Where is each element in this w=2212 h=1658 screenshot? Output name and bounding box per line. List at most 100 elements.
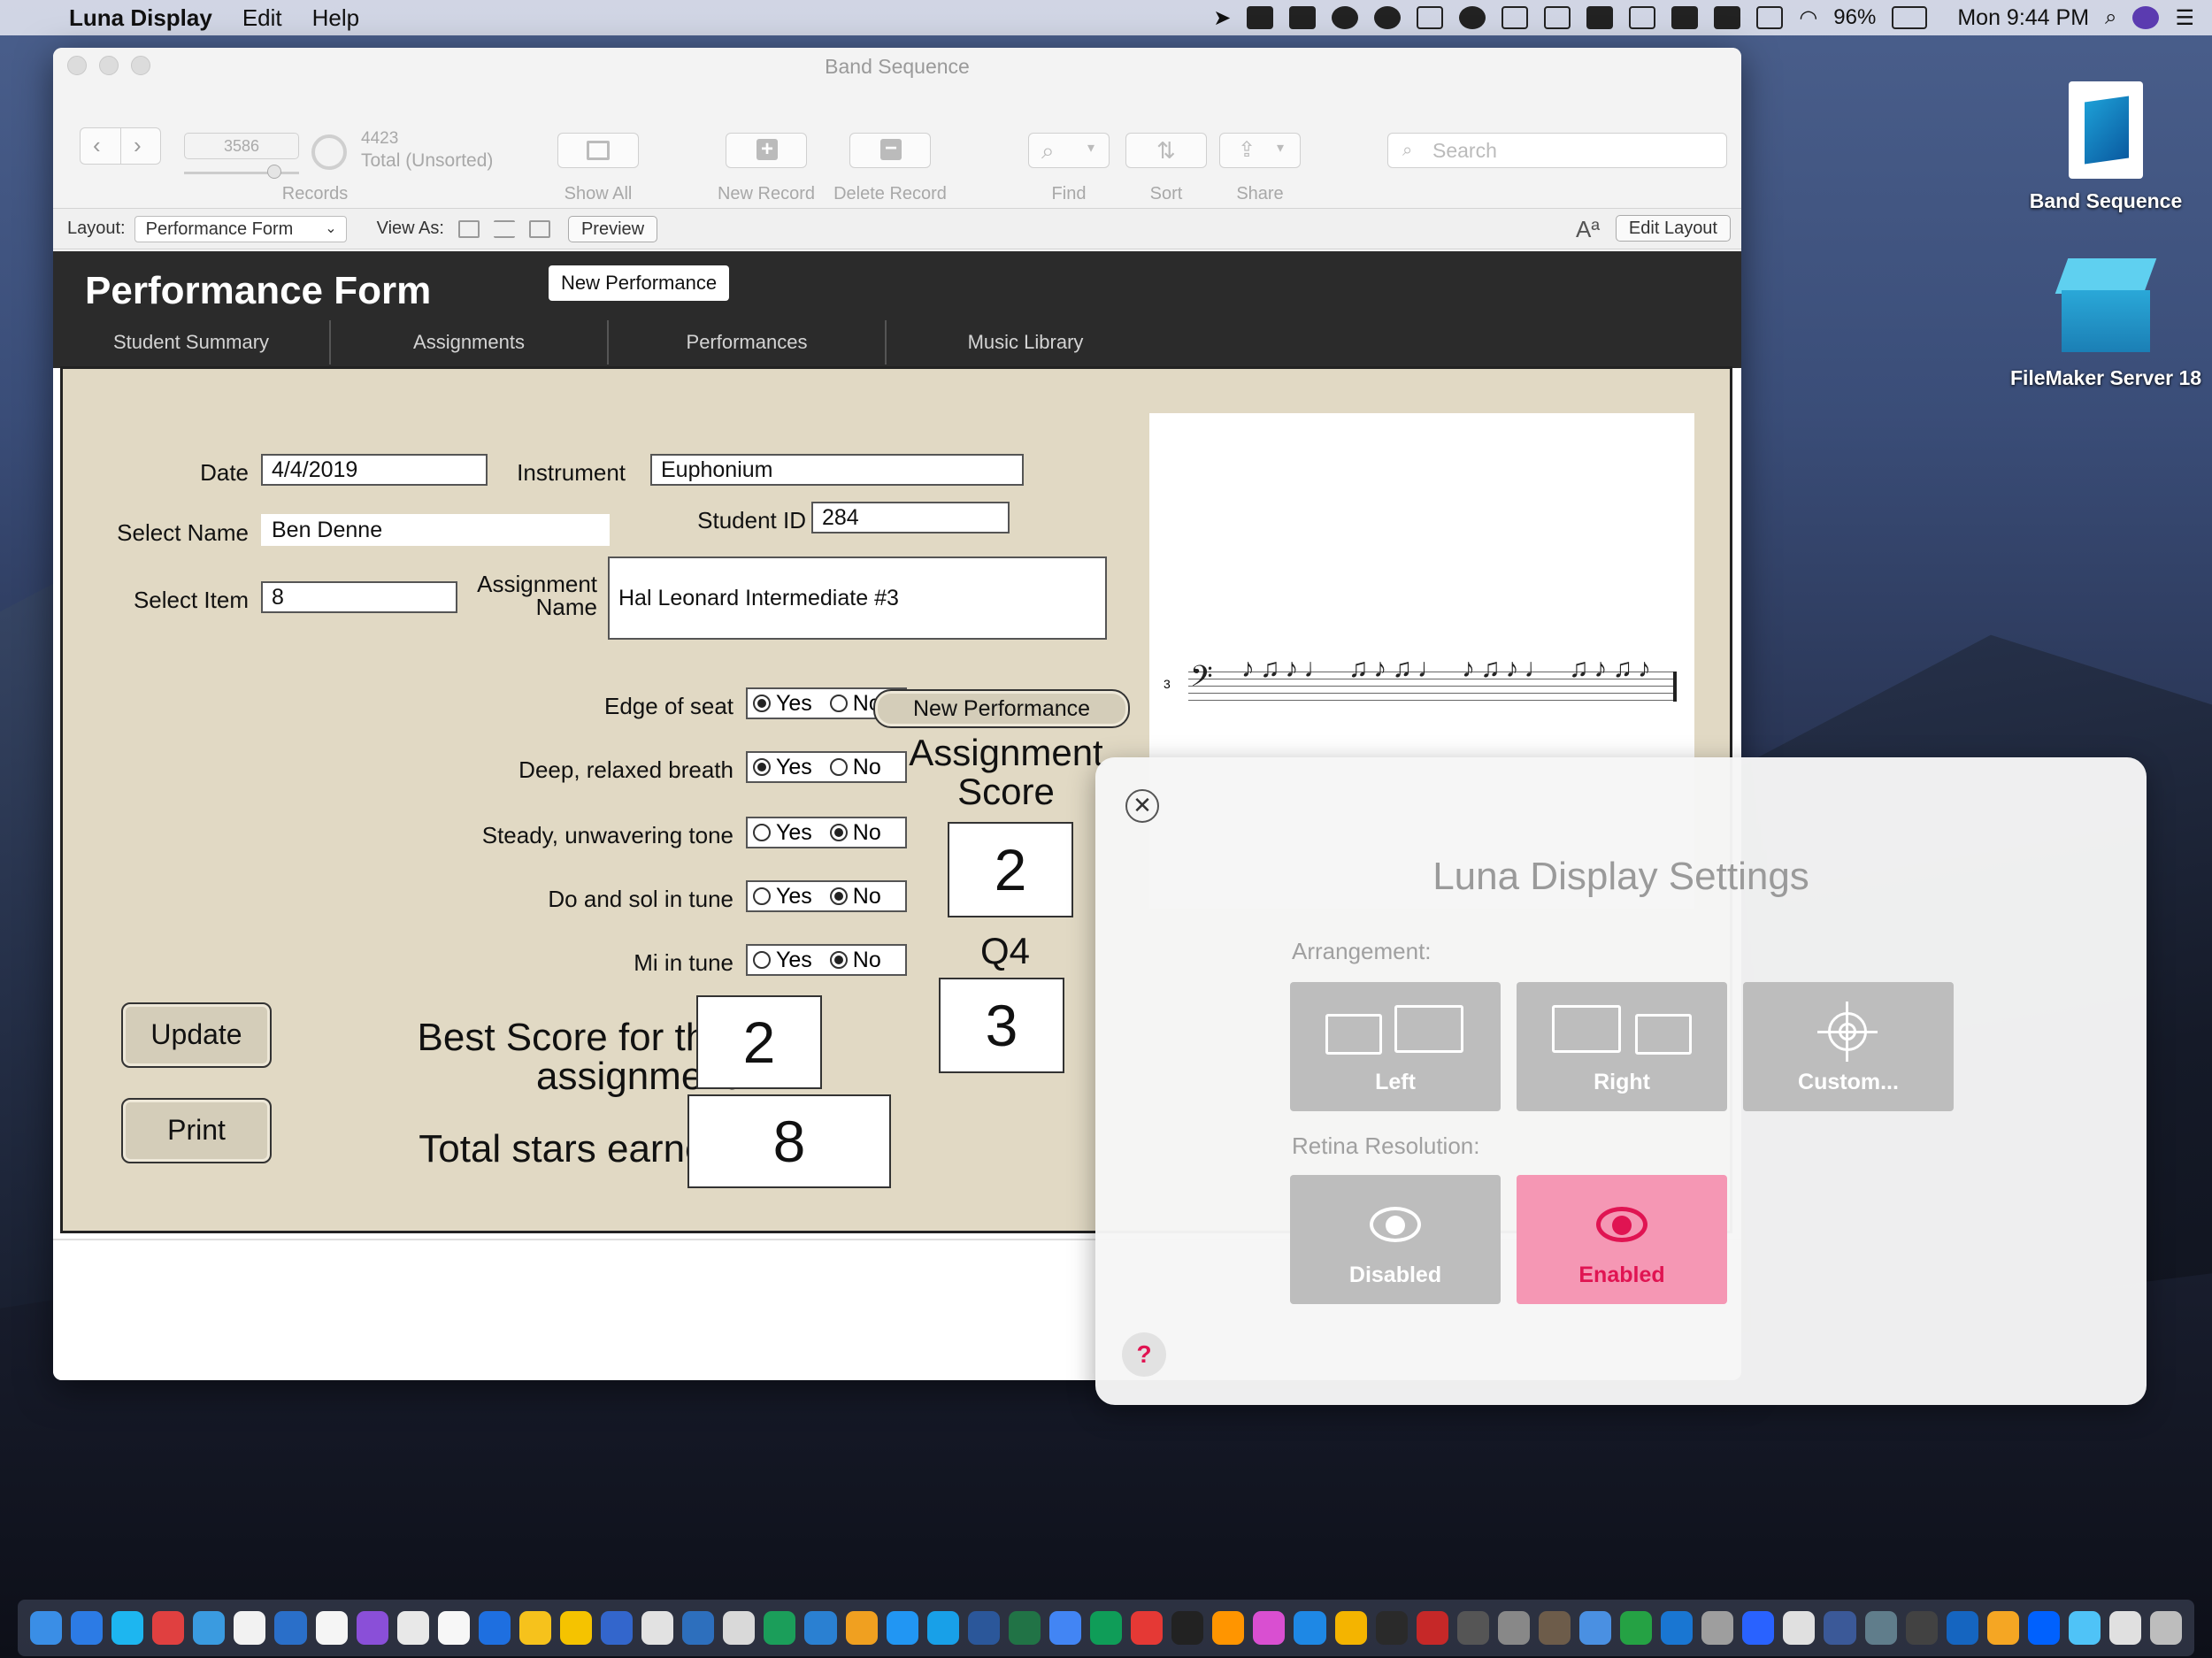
siri-icon[interactable]: [2132, 6, 2160, 29]
total-stars-value[interactable]: 8: [687, 1094, 891, 1188]
dock-app-icon[interactable]: [396, 1611, 429, 1645]
show-all-button[interactable]: [557, 133, 639, 168]
dock-app-icon[interactable]: [1416, 1611, 1448, 1645]
help-button[interactable]: ?: [1122, 1332, 1166, 1377]
dock-app-icon[interactable]: [1131, 1611, 1164, 1645]
font-size-icon[interactable]: Aª: [1576, 216, 1600, 243]
arrangement-left-button[interactable]: Left: [1290, 982, 1501, 1111]
menu-clock[interactable]: Mon 9:44 PM: [1957, 5, 2089, 31]
menu-help[interactable]: Help: [312, 4, 359, 32]
preview-button[interactable]: Preview: [567, 215, 658, 242]
dock-app-icon[interactable]: [601, 1611, 634, 1645]
dictionary-tray-icon[interactable]: [1586, 6, 1614, 29]
form-view-icon[interactable]: [457, 219, 480, 238]
share-button[interactable]: ⇪ ▾: [1219, 133, 1301, 168]
q4-value[interactable]: 3: [939, 978, 1064, 1073]
best-score-value[interactable]: 2: [696, 995, 822, 1089]
date-field[interactable]: 4/4/2019: [261, 454, 488, 486]
record-slider-track[interactable]: [184, 172, 299, 174]
radio-yes[interactable]: Yes: [753, 948, 812, 973]
dock-app-icon[interactable]: [1905, 1611, 1938, 1645]
table-view-icon[interactable]: [528, 219, 550, 238]
radio-no[interactable]: No: [829, 755, 881, 780]
dock-app-icon[interactable]: [1171, 1611, 1204, 1645]
dock-app-icon[interactable]: [2150, 1611, 2183, 1645]
dock-app-icon[interactable]: [1212, 1611, 1245, 1645]
notification-center-icon[interactable]: ☰: [2175, 5, 2194, 31]
dock-app-icon[interactable]: [1008, 1611, 1041, 1645]
layout-select[interactable]: Performance Form ⌄: [134, 215, 347, 242]
dock-app-icon[interactable]: [804, 1611, 837, 1645]
new-performance-header-button[interactable]: New Performance: [549, 265, 730, 301]
arrangement-right-button[interactable]: Right: [1517, 982, 1727, 1111]
calendar-tray-icon[interactable]: [1417, 6, 1444, 29]
dock-app-icon[interactable]: [478, 1611, 511, 1645]
dock-app-icon[interactable]: [682, 1611, 715, 1645]
radio-yes[interactable]: Yes: [753, 820, 812, 846]
dock-app-icon[interactable]: [1620, 1611, 1653, 1645]
dock-app-icon[interactable]: [1375, 1611, 1408, 1645]
menu-edit[interactable]: Edit: [242, 4, 282, 32]
radio-no[interactable]: No: [829, 820, 881, 846]
dock-app-icon[interactable]: [560, 1611, 593, 1645]
record-slider-knob[interactable]: [267, 165, 281, 179]
desktop-icon-band-sequence[interactable]: Band Sequence: [2017, 81, 2194, 213]
dock-app-icon[interactable]: [1742, 1611, 1775, 1645]
dock-app-icon[interactable]: [30, 1611, 63, 1645]
dock-app-icon[interactable]: [152, 1611, 185, 1645]
dock-app-icon[interactable]: [274, 1611, 307, 1645]
dock-app-icon[interactable]: [1824, 1611, 1856, 1645]
dock-app-icon[interactable]: [723, 1611, 756, 1645]
close-icon[interactable]: ✕: [1125, 789, 1159, 823]
assignment-name-field[interactable]: Hal Leonard Intermediate #3: [608, 557, 1107, 640]
search-input[interactable]: ⌕ Search: [1387, 133, 1727, 168]
wifi-icon[interactable]: ◠: [1799, 5, 1817, 31]
update-button[interactable]: Update: [121, 1002, 272, 1068]
sync-tray-icon[interactable]: [1332, 6, 1359, 29]
sort-button[interactable]: ⇅: [1125, 133, 1207, 168]
dock-app-icon[interactable]: [356, 1611, 388, 1645]
new-performance-button[interactable]: New Performance: [873, 689, 1130, 728]
find-button[interactable]: ⌕ ▾: [1028, 133, 1110, 168]
dock-app-icon[interactable]: [2068, 1611, 2101, 1645]
desktop-icon-filemaker-server[interactable]: FileMaker Server 18: [2008, 258, 2203, 390]
airplay-tray-icon[interactable]: [1756, 6, 1784, 29]
dock-app-icon[interactable]: [234, 1611, 266, 1645]
calendar2-tray-icon[interactable]: [1544, 6, 1571, 29]
chevron-left-icon[interactable]: ‹: [93, 132, 101, 159]
dock-app-icon[interactable]: [1048, 1611, 1082, 1645]
current-record-field[interactable]: 3586: [184, 133, 299, 159]
download-tray-icon[interactable]: [1629, 6, 1656, 29]
dock-app-icon[interactable]: [2027, 1611, 2060, 1645]
arrangement-custom-button[interactable]: Custom...: [1743, 982, 1954, 1111]
dock-app-icon[interactable]: [1578, 1611, 1612, 1645]
dock-app-icon[interactable]: [926, 1611, 959, 1645]
dock-app-icon[interactable]: [1701, 1611, 1734, 1645]
student-id-field[interactable]: 284: [811, 502, 1010, 533]
dock-app-icon[interactable]: [518, 1611, 552, 1645]
dock-app-icon[interactable]: [1456, 1611, 1489, 1645]
screenshot-tray-icon[interactable]: [1502, 6, 1529, 29]
dock-app-icon[interactable]: [71, 1611, 104, 1645]
select-item-field[interactable]: 8: [261, 581, 457, 613]
dock-app-icon[interactable]: [1090, 1611, 1123, 1645]
dock-app-icon[interactable]: [764, 1611, 796, 1645]
list-view-icon[interactable]: [493, 219, 515, 238]
dock-app-icon[interactable]: [1334, 1611, 1367, 1645]
toggle-tray-icon[interactable]: [1671, 6, 1699, 29]
print-button[interactable]: Print: [121, 1098, 272, 1163]
radio-yes[interactable]: Yes: [753, 691, 812, 717]
dropbox-tray-icon[interactable]: [1247, 6, 1274, 29]
onepassword-tray-icon[interactable]: [1459, 6, 1486, 29]
spotlight-search-icon[interactable]: ⌕: [2105, 5, 2116, 30]
dock-app-icon[interactable]: [641, 1611, 674, 1645]
radio-no[interactable]: No: [829, 884, 881, 910]
dock-app-icon[interactable]: [2108, 1611, 2142, 1645]
dock-app-icon[interactable]: [111, 1611, 144, 1645]
dock-app-icon[interactable]: [1253, 1611, 1286, 1645]
dock-app-icon[interactable]: [845, 1611, 878, 1645]
dock-app-icon[interactable]: [193, 1611, 226, 1645]
dock-app-icon[interactable]: [1661, 1611, 1694, 1645]
delete-record-button[interactable]: −: [849, 133, 931, 168]
radio-yes[interactable]: Yes: [753, 755, 812, 780]
